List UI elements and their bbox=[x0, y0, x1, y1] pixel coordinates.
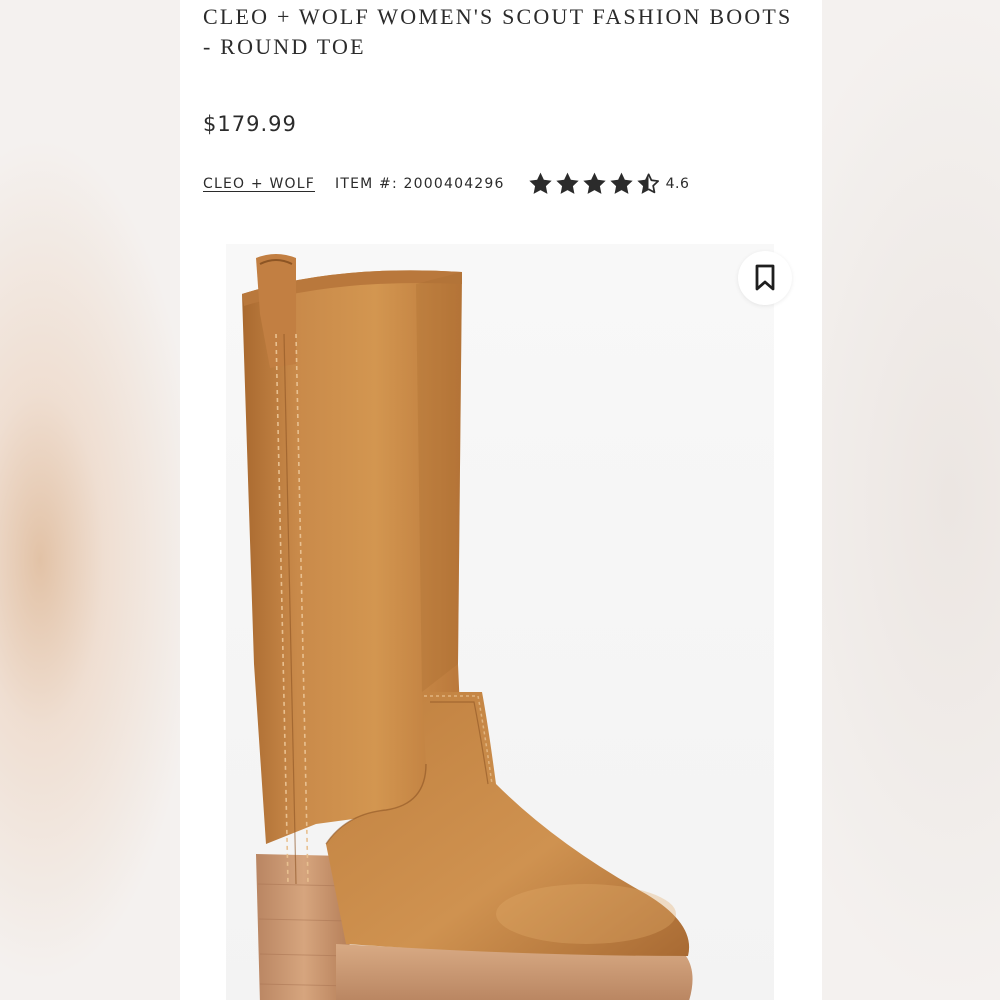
rating-value: 4.6 bbox=[665, 176, 690, 192]
bookmark-icon bbox=[754, 264, 776, 292]
brand-link[interactable]: CLEO + WOLF bbox=[203, 176, 315, 192]
star-half-icon bbox=[635, 171, 662, 197]
product-meta-row: CLEO + WOLF ITEM #: 2000404296 4.6 bbox=[203, 168, 689, 200]
product-title: CLEO + WOLF WOMEN'S SCOUT FASHION BOOTS … bbox=[203, 4, 793, 59]
star-icon bbox=[608, 171, 635, 197]
product-price: $179.99 bbox=[203, 112, 297, 136]
product-image[interactable] bbox=[226, 244, 774, 1000]
product-card: CLEO + WOLF WOMEN'S SCOUT FASHION BOOTS … bbox=[180, 0, 822, 1000]
star-rating bbox=[527, 171, 662, 197]
save-button[interactable] bbox=[738, 251, 792, 305]
star-icon bbox=[527, 171, 554, 197]
star-icon bbox=[554, 171, 581, 197]
rating-summary[interactable]: 4.6 bbox=[527, 171, 690, 197]
item-number: ITEM #: 2000404296 bbox=[335, 176, 505, 192]
star-icon bbox=[581, 171, 608, 197]
